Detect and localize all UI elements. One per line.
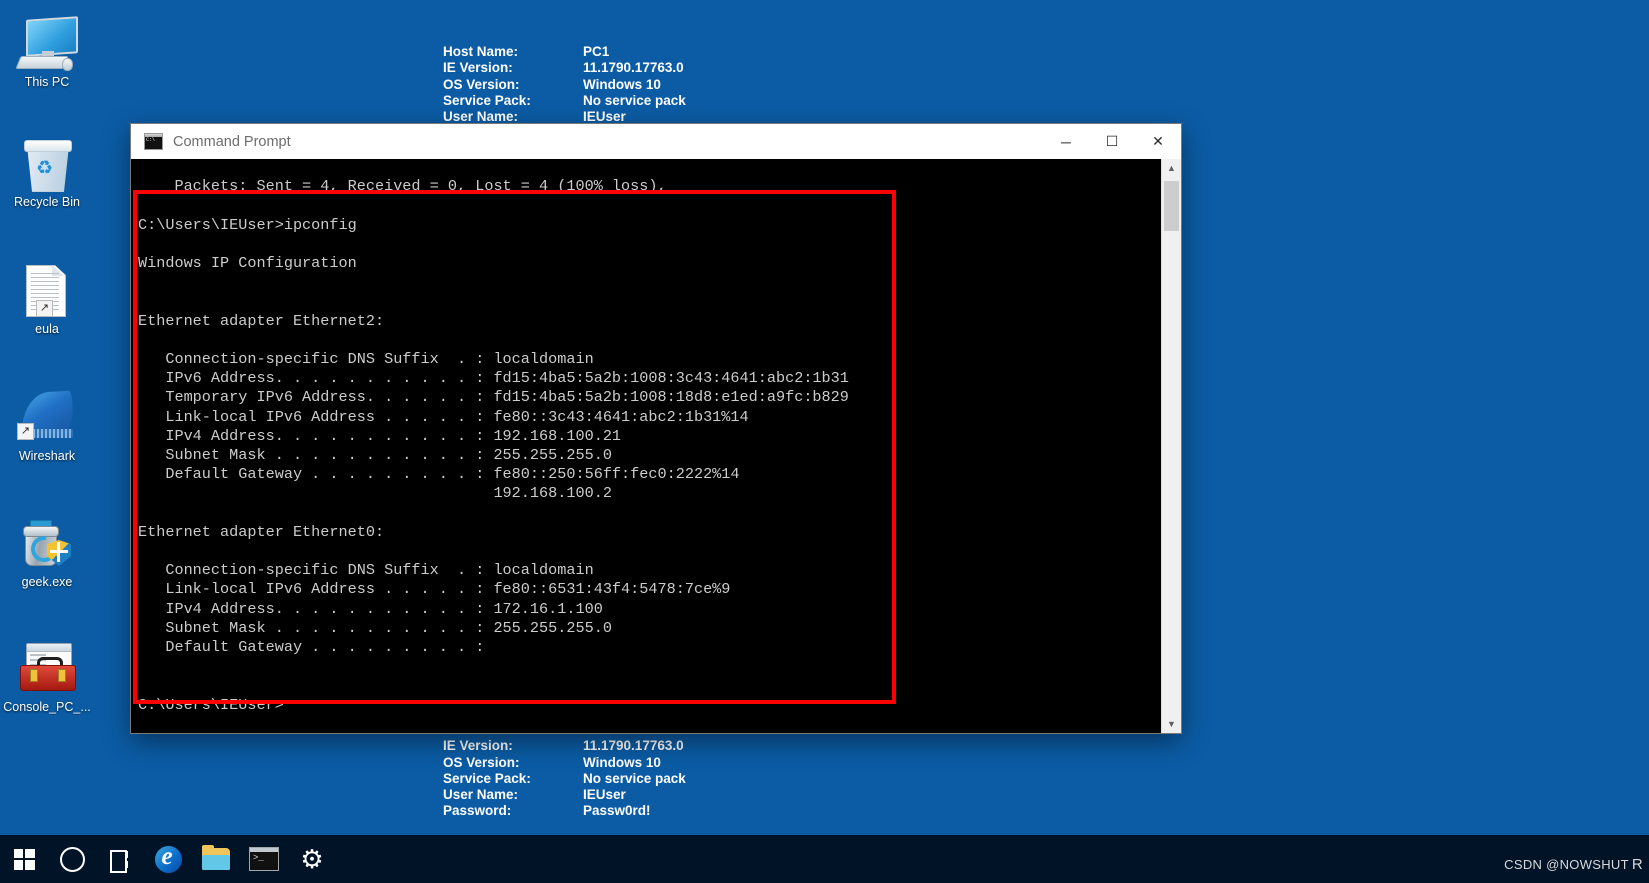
scroll-up-arrow[interactable]: ▲: [1162, 159, 1181, 177]
system-info-key: User Name:: [443, 787, 519, 803]
close-button[interactable]: ✕: [1135, 124, 1181, 159]
console-output-area[interactable]: Packets: Sent = 4, Received = 0, Lost = …: [131, 159, 1181, 733]
system-info-key: OS Version:: [443, 76, 520, 92]
system-info-row: OS Version: Windows 10: [443, 77, 686, 93]
maximize-button[interactable]: ☐: [1089, 124, 1135, 159]
cmd-icon: [249, 847, 279, 871]
task-view-icon: [108, 849, 132, 873]
document-icon: ↗: [0, 255, 94, 317]
scroll-down-arrow[interactable]: ▼: [1162, 715, 1181, 733]
system-info-value: Passw0rd!: [583, 803, 651, 819]
system-info-row: Service Pack: No service pack: [443, 93, 686, 109]
gear-icon: ⚙: [300, 844, 324, 874]
window-controls: ─ ☐ ✕: [1043, 124, 1181, 159]
system-info-key: OS Version:: [443, 754, 520, 770]
desktop-icon-label: eula: [35, 322, 59, 336]
toolbox-icon: [0, 633, 94, 695]
desktop-icon-console-pc[interactable]: Console_PC_...: [0, 633, 94, 715]
windows-logo-icon: [13, 848, 35, 870]
system-info-key: Host Name:: [443, 44, 519, 59]
system-info-key: IE Version:: [443, 60, 513, 76]
desktop-icon-wireshark[interactable]: ↗ Wireshark: [0, 382, 94, 464]
window-title: Command Prompt: [173, 133, 291, 150]
system-info-row: Password: Passw0rd!: [443, 803, 686, 819]
system-info-value: IEUser: [583, 787, 626, 803]
task-view-button[interactable]: [96, 835, 144, 883]
recycle-bin-icon: ♻: [0, 128, 94, 192]
desktop-background[interactable]: This PC ♻ Recycle Bin ↗ eula ↗ Wireshark: [0, 0, 1649, 883]
system-info-key: Service Pack:: [443, 770, 531, 786]
edge-icon: [154, 845, 182, 873]
taskbar[interactable]: ⚙: [0, 835, 1649, 883]
window-title-bar[interactable]: Command Prompt ─ ☐ ✕: [131, 124, 1181, 160]
shortcut-overlay-icon: ↗: [36, 300, 53, 317]
wireshark-fin-icon: ↗: [0, 382, 94, 444]
desktop-icon-label: geek.exe: [21, 575, 73, 589]
system-info-row: Host Name: PC1: [443, 44, 686, 60]
uninstaller-icon: [0, 508, 94, 570]
system-info-value: 11.1790.17763.0: [583, 738, 684, 754]
command-prompt-window[interactable]: Command Prompt ─ ☐ ✕ Packets: Sent = 4, …: [131, 124, 1181, 733]
desktop-icon-label: Recycle Bin: [14, 195, 80, 209]
console-text: Packets: Sent = 4, Received = 0, Lost = …: [138, 177, 849, 714]
cmd-icon: [144, 133, 163, 150]
watermark: CSDN @NOWSHUT R: [1504, 856, 1643, 873]
monitor-icon: [0, 8, 94, 71]
system-info-value: 11.1790.17763.0: [583, 60, 684, 76]
system-info-key: Service Pack:: [443, 92, 531, 108]
cortana-search-button[interactable]: [48, 835, 96, 883]
system-info-key: IE Version:: [443, 738, 513, 754]
circle-search-icon: [59, 846, 85, 872]
start-button[interactable]: [0, 835, 48, 883]
watermark-mark: R: [1631, 856, 1643, 873]
system-info-row: IE Version: 11.1790.17763.0: [443, 60, 686, 76]
system-info-value: No service pack: [583, 770, 686, 786]
system-info-key: Password:: [443, 803, 512, 819]
system-info-row: IE Version: 11.1790.17763.0: [443, 738, 686, 754]
system-info-value: Windows 10: [583, 754, 661, 770]
command-prompt-taskbar-button[interactable]: [240, 835, 288, 883]
system-info-row: User Name: IEUser: [443, 787, 686, 803]
shortcut-overlay-icon: ↗: [17, 423, 34, 440]
console-scrollbar[interactable]: ▲ ▼: [1161, 159, 1181, 733]
system-info-value: No service pack: [583, 92, 686, 108]
desktop-icon-geek-exe[interactable]: geek.exe: [0, 508, 94, 590]
watermark-text: CSDN @NOWSHUT: [1504, 857, 1629, 872]
microsoft-edge-button[interactable]: [144, 835, 192, 883]
desktop-icon-label: Wireshark: [18, 449, 76, 463]
system-info-overlay-bottom: Host Name:PC1IE Version:11.1790.17763.0O…: [443, 722, 686, 820]
system-info-row: OS Version: Windows 10: [443, 755, 686, 771]
desktop-icon-eula[interactable]: ↗ eula: [0, 255, 94, 337]
scrollbar-thumb[interactable]: [1164, 181, 1179, 231]
desktop-icon-label: This PC: [24, 75, 70, 89]
desktop-icon-label: Console_PC_...: [3, 700, 91, 714]
folder-icon: [202, 845, 230, 870]
system-info-value: PC1: [583, 44, 610, 59]
file-explorer-button[interactable]: [192, 835, 240, 883]
minimize-button[interactable]: ─: [1043, 124, 1089, 159]
system-info-overlay-top: Host Name: PC1 IE Version: 11.1790.17763.0 O…: [443, 44, 686, 125]
system-info-value: Windows 10: [583, 76, 661, 92]
system-info-row: Service Pack: No service pack: [443, 771, 686, 787]
desktop-icon-recycle-bin[interactable]: ♻ Recycle Bin: [0, 128, 94, 210]
settings-button[interactable]: ⚙: [288, 835, 336, 883]
desktop-icon-this-pc[interactable]: This PC: [0, 8, 94, 90]
